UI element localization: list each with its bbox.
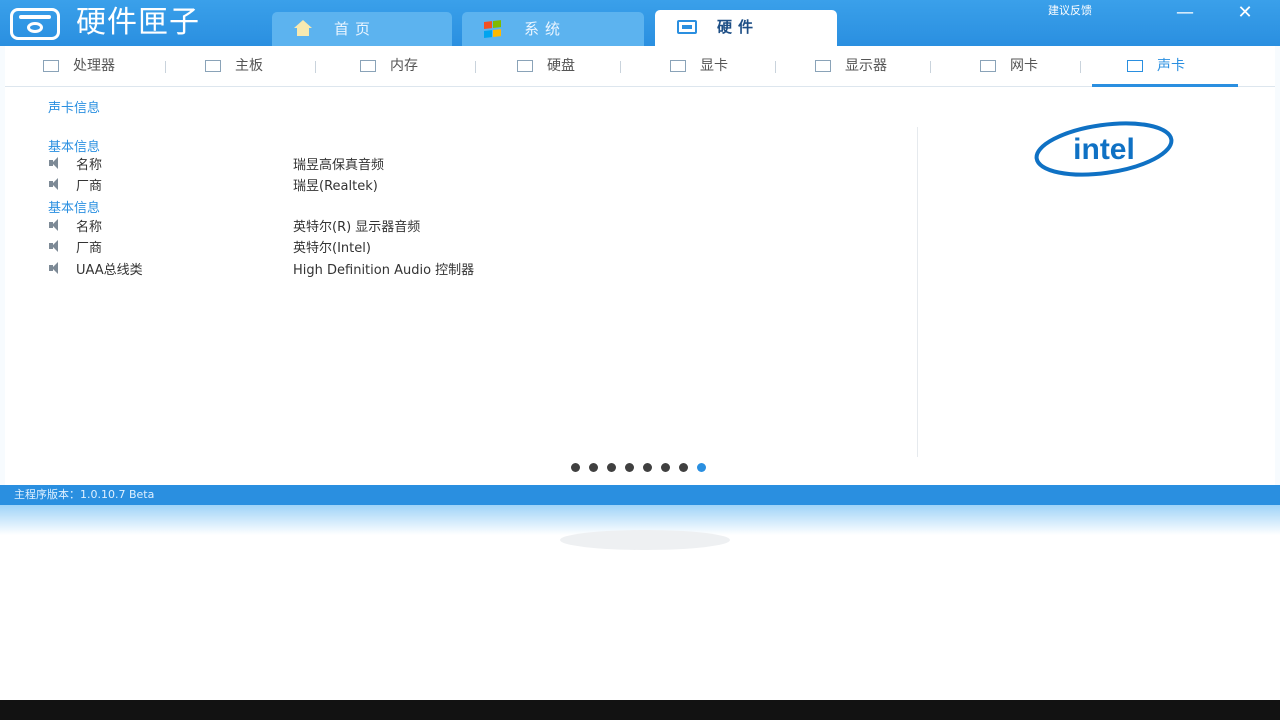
tab-hardware[interactable]: 硬件	[655, 10, 837, 46]
subtab-gpu-label: 显卡	[700, 58, 728, 74]
decorative-shadow	[560, 530, 730, 550]
hardware-subnav: 处理器 主板 内存 硬盘 显卡 显示器 网卡 声卡	[5, 46, 1275, 87]
page-dot[interactable]	[589, 463, 598, 472]
subtab-disk[interactable]: 硬盘	[517, 46, 575, 86]
subtab-motherboard-label: 主板	[235, 58, 263, 74]
gpu-icon	[670, 60, 686, 72]
page-dot[interactable]	[679, 463, 688, 472]
subtab-disk-label: 硬盘	[547, 58, 575, 74]
page-dot[interactable]	[643, 463, 652, 472]
info-value: 英特尔(Intel)	[293, 241, 371, 256]
info-value: 英特尔(R) 显示器音频	[293, 220, 421, 235]
subtab-network[interactable]: 网卡	[980, 46, 1038, 86]
hardware-icon	[677, 20, 697, 34]
divider	[1080, 61, 1081, 73]
cpu-icon	[43, 60, 59, 72]
speaker-icon	[48, 157, 60, 169]
section-title: 声卡信息	[48, 101, 101, 116]
page-dot[interactable]	[607, 463, 616, 472]
panel-divider	[917, 127, 918, 457]
screen-bottom-edge	[0, 700, 1280, 720]
subtab-cpu[interactable]: 处理器	[43, 46, 115, 86]
monitor-icon	[815, 60, 831, 72]
page-dot[interactable]	[571, 463, 580, 472]
tab-system[interactable]: 系统	[462, 12, 644, 46]
info-value: 瑞昱(Realtek)	[293, 179, 378, 194]
group-title: 基本信息	[48, 201, 101, 216]
disk-icon	[517, 60, 533, 72]
windows-icon	[484, 20, 502, 38]
memory-icon	[360, 60, 376, 72]
sound-card-panel: 声卡信息 基本信息 名称 瑞昱高保真音频 厂商 瑞昱(Realtek) 基本信息…	[5, 87, 1275, 485]
tab-system-label: 系统	[524, 20, 567, 38]
motherboard-icon	[205, 60, 221, 72]
group-title: 基本信息	[48, 140, 101, 155]
app-logo-icon	[10, 8, 60, 40]
subtab-motherboard[interactable]: 主板	[205, 46, 263, 86]
tab-home[interactable]: 首页	[272, 12, 452, 46]
divider	[165, 61, 166, 73]
close-button[interactable]: ✕	[1230, 2, 1260, 24]
subtab-network-label: 网卡	[1010, 58, 1038, 74]
page-dot[interactable]	[625, 463, 634, 472]
subtab-gpu[interactable]: 显卡	[670, 46, 728, 86]
speaker-icon	[48, 178, 60, 190]
subtab-sound[interactable]: 声卡	[1127, 46, 1185, 86]
tab-home-label: 首页	[334, 20, 377, 38]
divider	[775, 61, 776, 73]
divider	[315, 61, 316, 73]
info-key: 名称	[76, 158, 103, 173]
home-icon	[294, 20, 312, 36]
feedback-link[interactable]: 建议反馈	[1048, 2, 1092, 18]
minimize-button[interactable]: —	[1170, 2, 1200, 24]
info-key: 名称	[76, 220, 103, 235]
version-text: 主程序版本：1.0.10.7 Beta	[14, 488, 155, 501]
network-icon	[980, 60, 996, 72]
title-bar: 硬件匣子 首页 系统 硬件 建议反馈 — ✕	[0, 0, 1280, 46]
info-value: 瑞昱高保真音频	[293, 158, 385, 173]
app-name: 硬件匣子	[76, 5, 200, 40]
subtab-monitor[interactable]: 显示器	[815, 46, 887, 86]
subtab-cpu-label: 处理器	[73, 58, 115, 74]
speaker-icon	[48, 262, 60, 274]
page-dot-active[interactable]	[697, 463, 706, 472]
speaker-icon	[1127, 60, 1143, 72]
info-key: UAA总线类	[76, 263, 143, 278]
page-dot[interactable]	[661, 463, 670, 472]
subtab-memory-label: 内存	[390, 58, 418, 74]
subtab-sound-label: 声卡	[1157, 58, 1185, 74]
info-value: High Definition Audio 控制器	[293, 263, 475, 278]
intel-logo: intel	[1034, 121, 1174, 177]
subtab-memory[interactable]: 内存	[360, 46, 418, 86]
speaker-icon	[48, 240, 60, 252]
speaker-icon	[48, 219, 60, 231]
status-bar: 主程序版本：1.0.10.7 Beta	[0, 485, 1280, 505]
divider	[620, 61, 621, 73]
divider	[475, 61, 476, 73]
info-key: 厂商	[76, 179, 103, 194]
info-key: 厂商	[76, 241, 103, 256]
subtab-monitor-label: 显示器	[845, 58, 887, 74]
divider	[930, 61, 931, 73]
intel-logo-text: intel	[1073, 133, 1135, 166]
app-window: 硬件匣子 首页 系统 硬件 建议反馈 — ✕ 处理器 主板 内存 硬盘 显卡 显…	[0, 0, 1280, 505]
tab-hardware-label: 硬件	[717, 18, 760, 36]
